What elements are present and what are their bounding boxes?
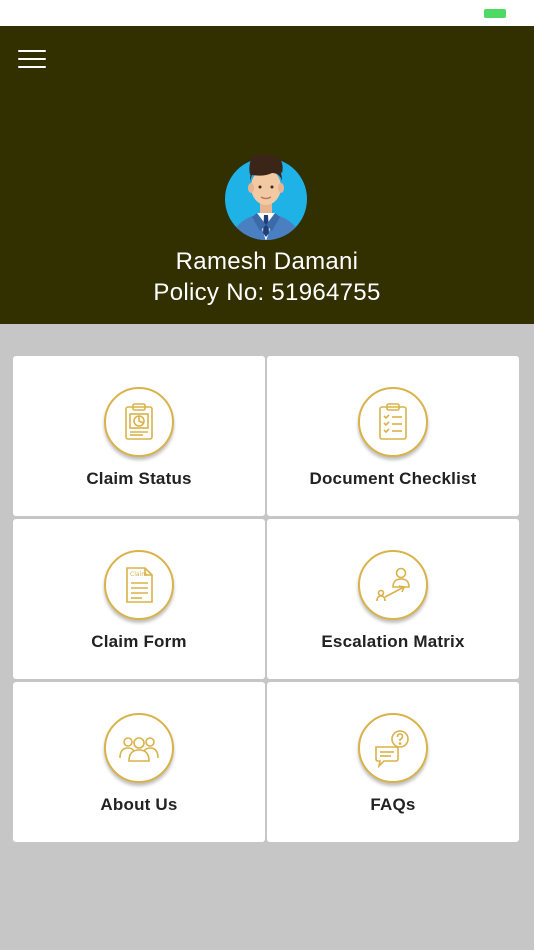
hamburger-menu-button[interactable] [18,48,46,70]
hamburger-line [18,58,46,60]
escalation-person-arrow-icon [358,550,428,620]
tile-label: About Us [100,795,178,814]
about-us-tile[interactable]: About Us [13,682,265,842]
policy-number: Policy No: 51964755 [153,279,381,306]
claim-status-tile[interactable]: Claim Status [13,356,265,516]
chat-question-icon [358,713,428,783]
clipboard-chart-icon [104,387,174,457]
document-checklist-tile[interactable]: Document Checklist [267,356,519,516]
hamburger-line [18,66,46,68]
battery-icon [484,9,506,18]
escalation-matrix-tile[interactable]: Escalation Matrix [267,519,519,679]
menu-grid: Claim Status Document Checklist Claim Cl… [13,356,519,842]
claim-form-tile[interactable]: Claim Claim Form [13,519,265,679]
tile-label: FAQs [370,795,416,814]
hamburger-line [18,50,46,52]
avatar-icon [225,154,307,240]
profile-header: Ramesh Damani Policy No: 51964755 [0,26,534,324]
claim-document-icon: Claim [104,550,174,620]
tile-label: Claim Form [91,632,187,651]
status-bar [0,0,534,26]
checklist-icon [358,387,428,457]
tile-label: Claim Status [86,469,192,488]
user-name: Ramesh Damani [175,248,359,275]
tile-label: Escalation Matrix [321,632,465,651]
people-group-icon [104,713,174,783]
tile-label: Document Checklist [309,469,477,488]
faqs-tile[interactable]: FAQs [267,682,519,842]
claim-icon-text: Claim [130,571,147,578]
